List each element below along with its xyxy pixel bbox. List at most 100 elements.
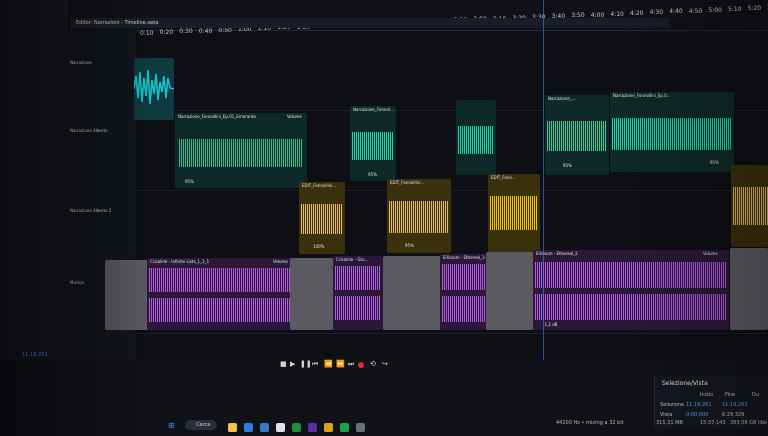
play-icon[interactable]: ▶: [290, 360, 295, 368]
clip-gain: 95%: [710, 160, 719, 165]
clip-gain: 95%: [563, 163, 572, 168]
timeline-tick-label: 4:50: [688, 7, 703, 15]
track-name[interactable]: Narrazione: [70, 60, 92, 65]
clip-edit-3b[interactable]: EDIT_Fonnollini... 95%: [387, 179, 451, 253]
track-name[interactable]: Narrazione Alberto 2: [70, 208, 111, 213]
clip-label: Narrazione_Fonnol...: [353, 107, 394, 112]
track-name[interactable]: Musica: [70, 280, 84, 285]
timeline-tick-label: 4:40: [669, 8, 683, 16]
clip-narrazione-2a[interactable]: Narrazione_Fonnollini_Ep.01_Emerarda Vol…: [175, 113, 307, 188]
clip-edit-3a[interactable]: EDIT_Fonnollini... 100%: [299, 182, 345, 254]
waveform: [389, 201, 449, 233]
column-start: Inizio: [700, 392, 714, 398]
waveform: [547, 121, 607, 151]
forward-icon[interactable]: ⏩: [336, 360, 345, 368]
clip-musica-3[interactable]: Ellissum - Ethereal_3: [440, 254, 488, 330]
clip-gap: [730, 248, 768, 330]
clip-label: Narrazione_Fonnollini_Ep.0...: [613, 93, 671, 98]
timeline-tick-label: 5:00: [708, 6, 722, 14]
waveform: [335, 296, 381, 320]
waveform: [442, 296, 486, 322]
waveform: [134, 69, 174, 105]
stop-icon[interactable]: ■: [280, 360, 287, 368]
skip-icon[interactable]: ↪: [382, 360, 388, 368]
pause-icon[interactable]: ❚❚: [300, 360, 312, 368]
clip-label: Narrazione_...: [548, 96, 576, 101]
timeline-tick-label: 5:20: [747, 5, 762, 13]
waveform: [733, 187, 768, 225]
status-free-space: 383,08 GB libe: [730, 420, 768, 426]
clip-narrazione-2d[interactable]: Narrazione_... 95%: [545, 95, 609, 175]
clip-edit-3c[interactable]: EDIT_Fonn...: [488, 174, 540, 252]
track-name[interactable]: Narrazione Alberto: [70, 128, 108, 133]
clip-musica-4[interactable]: Ellissum - Ethereal_2 Volume -1,2 dB: [533, 250, 729, 330]
clip-narrazione-2b[interactable]: Narrazione_Fonnol... 95%: [350, 106, 396, 181]
waveform: [490, 196, 538, 230]
status-file-size: 315,31 MB: [656, 420, 683, 426]
waveform: [458, 126, 494, 154]
waveform: [442, 264, 486, 290]
audition-icon[interactable]: [308, 423, 317, 432]
clip-label: Crisalide - Gio...: [336, 257, 368, 262]
current-time: 11:19:261: [22, 352, 48, 358]
editor-tab[interactable]: Editor: Narrazioni - Timeline.sesx: [76, 20, 159, 26]
clip-edit-3d[interactable]: [731, 165, 768, 247]
waveform: [612, 118, 732, 150]
view-end[interactable]: 6:29,329: [722, 412, 744, 418]
clip-gap: [383, 256, 441, 330]
waveform: [301, 204, 343, 234]
app-icon[interactable]: [276, 423, 285, 432]
photos-icon[interactable]: [260, 423, 269, 432]
waveform: [335, 266, 381, 290]
clip-narrazione-2c[interactable]: [456, 100, 496, 175]
rewind-icon[interactable]: ⏪: [324, 360, 333, 368]
view-label: Vista: [660, 412, 673, 418]
waveform: [179, 139, 303, 167]
clip-gain: 95%: [405, 243, 414, 248]
clip-gain: -1,2 dB: [543, 322, 558, 327]
editor-tab-bar: [70, 18, 670, 28]
whatsapp-icon[interactable]: [340, 423, 349, 432]
timeline-tick-label: 4:10: [610, 10, 624, 18]
clip-label: Narrazione_Fonnollini_Ep.01_Emerarda: [178, 114, 256, 119]
clip-musica-1[interactable]: Crisalide - Infinite Lists_1_1_1 Volume: [147, 258, 297, 330]
timeline-tick-label: 4:30: [649, 9, 664, 17]
column-duration: Du: [752, 392, 760, 398]
file-explorer-icon[interactable]: [228, 423, 237, 432]
settings-icon[interactable]: [356, 423, 365, 432]
clip-label: EDIT_Fonnollini...: [302, 183, 337, 188]
goto-start-icon[interactable]: ⏮: [312, 360, 318, 369]
selection-start[interactable]: 11:19,261: [686, 402, 712, 408]
goto-end-icon[interactable]: ⏭: [348, 360, 354, 369]
clip-label: Volume: [273, 259, 288, 264]
clip-label: EDIT_Fonnollini...: [390, 180, 425, 185]
taskbar: [170, 420, 450, 436]
selection-end[interactable]: 11:19,261: [722, 402, 748, 408]
clip-gap: [486, 252, 534, 330]
clip-narrazione-1[interactable]: [134, 58, 174, 120]
clip-gap: [290, 258, 334, 330]
waveform: [535, 294, 727, 320]
clip-narrazione-2e[interactable]: Narrazione_Fonnollini_Ep.0... 95%: [610, 92, 734, 172]
status-duration: 15:37,143: [700, 420, 726, 426]
loop-icon[interactable]: ⟲: [370, 360, 376, 368]
app-icon-2[interactable]: [324, 423, 333, 432]
timeline-tick-label: 4:20: [630, 10, 644, 17]
view-start[interactable]: 0:00,000: [686, 412, 708, 418]
record-icon[interactable]: [358, 362, 364, 368]
clip-gain: 100%: [313, 244, 325, 249]
clip-label: Ellissum - Ethereal_3: [443, 255, 485, 260]
clip-gain: 95%: [185, 179, 194, 184]
clip-gain: 95%: [368, 172, 377, 177]
clip-label: Volume: [703, 251, 718, 256]
selection-panel-title: Selezione/Vista: [662, 380, 708, 387]
mail-icon[interactable]: [244, 423, 253, 432]
clip-label: EDIT_Fonn...: [491, 175, 516, 180]
selection-label: Selezione: [660, 402, 685, 408]
playhead[interactable]: [543, 0, 544, 360]
clip-musica-2[interactable]: Crisalide - Gio...: [333, 256, 383, 330]
status-sample-rate: 44100 Hz • mixing a 32 bit: [556, 420, 624, 426]
files-panel: 11:19:261: [0, 0, 67, 360]
chrome-icon[interactable]: [292, 423, 301, 432]
transport-controls: ■ ▶ ❚❚ ⏮ ⏪ ⏩ ⏭ ⟲ ↪: [280, 360, 420, 372]
